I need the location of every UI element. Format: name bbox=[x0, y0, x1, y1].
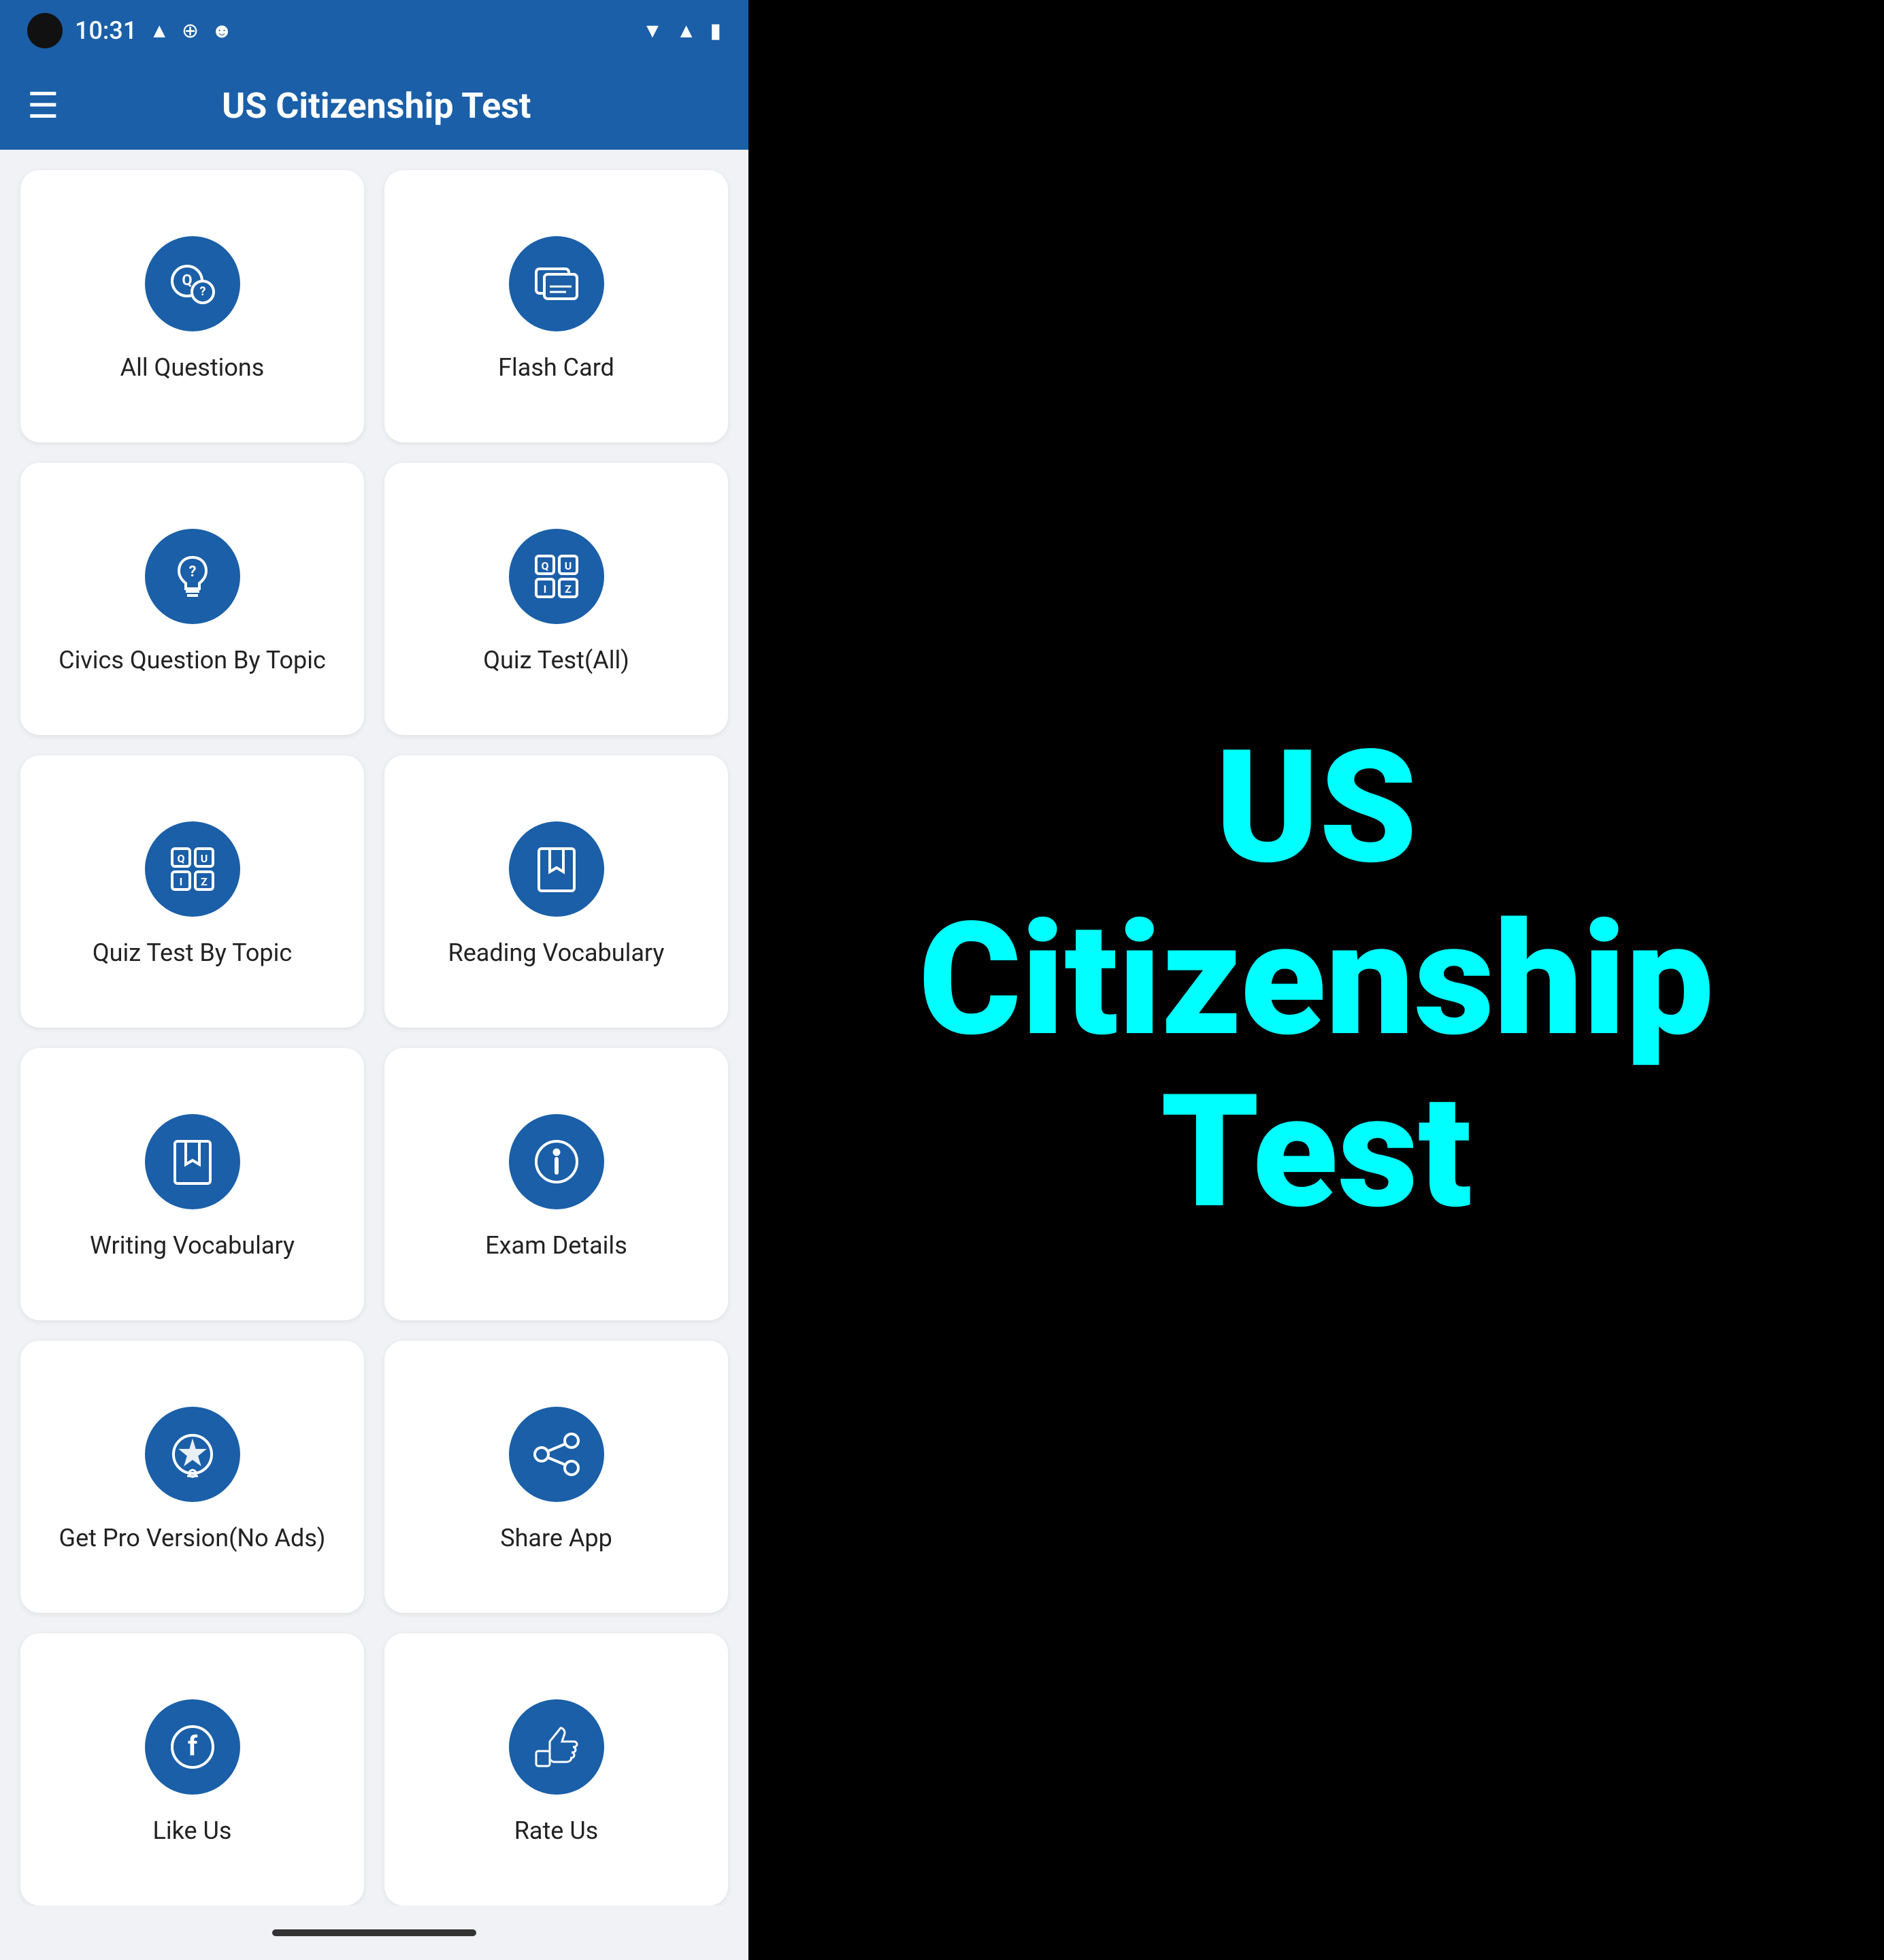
battery-icon: ▮ bbox=[710, 19, 721, 43]
exam-details-icon-circle bbox=[509, 1114, 604, 1209]
bookmark-book-read-icon bbox=[529, 842, 584, 896]
svg-text:Z: Z bbox=[565, 583, 572, 595]
reading-vocabulary-label: Reading Vocabulary bbox=[448, 937, 665, 969]
facebook-icon-circle: f bbox=[145, 1699, 240, 1795]
person-icon: ☻ bbox=[211, 19, 233, 43]
civics-question-by-topic-label: Civics Question By Topic bbox=[59, 644, 326, 676]
all-questions-icon-circle: Q ? bbox=[145, 236, 240, 331]
exam-details-label: Exam Details bbox=[485, 1230, 627, 1262]
grid-item-reading-vocabulary[interactable]: Reading Vocabulary bbox=[384, 755, 728, 1028]
wifi-icon: ▼ bbox=[642, 19, 663, 43]
get-pro-version-icon-circle bbox=[145, 1407, 240, 1502]
grid-item-quiz-test-by-topic[interactable]: Q U I Z Quiz Test By Topic bbox=[20, 755, 364, 1028]
quiz-grid-all-icon: Q U I Z bbox=[529, 549, 584, 604]
svg-text:Z: Z bbox=[201, 875, 208, 888]
share-app-label: Share App bbox=[500, 1522, 612, 1554]
svg-text:Q: Q bbox=[182, 272, 192, 289]
quiz-test-by-topic-icon-circle: Q U I Z bbox=[145, 821, 240, 917]
bottom-bar bbox=[0, 1906, 748, 1960]
grid-item-all-questions[interactable]: Q ? All Questions bbox=[20, 170, 364, 442]
svg-text:f: f bbox=[187, 1730, 197, 1762]
grid-item-exam-details[interactable]: Exam Details bbox=[384, 1048, 728, 1320]
app-title: US Citizenship Test bbox=[86, 85, 667, 127]
bookmark-book-write-icon bbox=[165, 1134, 220, 1189]
thumbs-up-icon bbox=[529, 1720, 584, 1774]
svg-text:?: ? bbox=[188, 564, 196, 581]
grid-item-share-app[interactable]: Share App bbox=[384, 1341, 728, 1613]
quiz-test-all-label: Quiz Test(All) bbox=[483, 644, 629, 676]
grid-item-writing-vocabulary[interactable]: Writing Vocabulary bbox=[20, 1048, 364, 1320]
all-questions-label: All Questions bbox=[120, 352, 265, 384]
grid-item-quiz-test-all[interactable]: Q U I Z Quiz Test(All) bbox=[384, 463, 728, 735]
antenna-icon: ⊕ bbox=[182, 19, 199, 43]
flash-card-icon-circle bbox=[509, 236, 604, 331]
home-indicator bbox=[272, 1929, 476, 1936]
writing-vocabulary-label: Writing Vocabulary bbox=[90, 1230, 295, 1262]
hamburger-menu-icon[interactable]: ☰ bbox=[27, 85, 59, 127]
civics-icon-circle: ? bbox=[145, 529, 240, 624]
quiz-test-by-topic-label: Quiz Test By Topic bbox=[93, 937, 292, 969]
svg-text:I: I bbox=[543, 583, 546, 595]
app-bar: ☰ US Citizenship Test bbox=[0, 61, 748, 150]
quiz-test-all-icon-circle: Q U I Z bbox=[509, 529, 604, 624]
grid-item-get-pro-version[interactable]: Get Pro Version(No Ads) bbox=[20, 1341, 364, 1613]
get-pro-version-label: Get Pro Version(No Ads) bbox=[59, 1522, 326, 1554]
reading-vocabulary-icon-circle bbox=[509, 821, 604, 917]
facebook-icon: f bbox=[165, 1720, 220, 1774]
facebook-label: Like Us bbox=[153, 1815, 232, 1847]
grid-item-flash-card[interactable]: Flash Card bbox=[384, 170, 728, 442]
menu-grid: Q ? All Questions Flash Card bbox=[0, 150, 748, 1906]
phone-panel: 10:31 ▲ ⊕ ☻ ▼ ▲ ▮ ☰ US Citizenship Test … bbox=[0, 0, 748, 1960]
quiz-grid-topic-icon: Q U I Z bbox=[165, 842, 220, 896]
signal-icon: ▲ bbox=[676, 19, 697, 43]
alert-icon: ▲ bbox=[149, 19, 169, 43]
svg-text:Q: Q bbox=[177, 852, 184, 865]
camera-dot bbox=[27, 13, 63, 48]
right-panel: USCitizenshipTest bbox=[748, 0, 1884, 1960]
grid-item-civics-question-by-topic[interactable]: ? Civics Question By Topic bbox=[20, 463, 364, 735]
svg-text:Q: Q bbox=[541, 559, 548, 572]
flash-card-label: Flash Card bbox=[498, 352, 614, 384]
svg-text:U: U bbox=[200, 852, 208, 865]
svg-text:U: U bbox=[564, 559, 572, 572]
big-title: USCitizenshipTest bbox=[878, 722, 1755, 1239]
info-circle-icon bbox=[529, 1134, 584, 1189]
status-bar-left: 10:31 ▲ ⊕ ☻ bbox=[27, 13, 233, 48]
share-icon bbox=[529, 1427, 584, 1482]
svg-text:I: I bbox=[179, 875, 182, 888]
chat-question-icon: Q ? bbox=[165, 257, 220, 311]
star-badge-icon bbox=[165, 1427, 220, 1482]
rate-us-icon-circle bbox=[509, 1699, 604, 1795]
share-app-icon-circle bbox=[509, 1407, 604, 1502]
status-time: 10:31 bbox=[75, 16, 137, 45]
grid-item-rate-us[interactable]: Rate Us bbox=[384, 1633, 728, 1906]
flash-card-icon bbox=[529, 257, 584, 311]
status-bar-right: ▼ ▲ ▮ bbox=[642, 19, 721, 43]
writing-vocabulary-icon-circle bbox=[145, 1114, 240, 1209]
status-bar: 10:31 ▲ ⊕ ☻ ▼ ▲ ▮ bbox=[0, 0, 748, 61]
lightbulb-question-icon: ? bbox=[165, 549, 220, 604]
grid-item-facebook[interactable]: f Like Us bbox=[20, 1633, 364, 1906]
svg-text:?: ? bbox=[199, 284, 205, 299]
rate-us-label: Rate Us bbox=[514, 1815, 599, 1847]
